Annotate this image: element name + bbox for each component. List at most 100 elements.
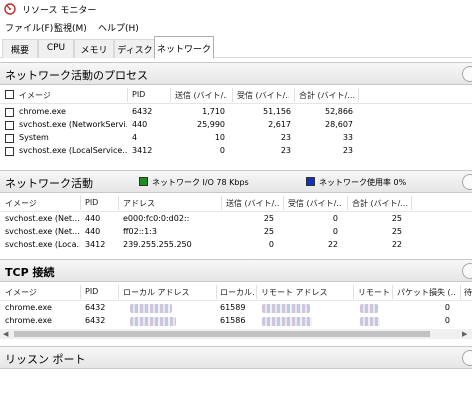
activity-total: 22 [391, 240, 402, 249]
tcp-row[interactable]: chrome.exe 6432 61589 0 [0, 302, 472, 315]
expand-toggle-icon[interactable] [462, 263, 472, 279]
column-divider[interactable] [347, 196, 348, 210]
col-remote-port[interactable]: リモート... [358, 287, 390, 298]
col-recv[interactable]: 受信 (バイト/... [288, 198, 342, 209]
column-divider[interactable] [127, 88, 128, 102]
menu-help[interactable]: ヘルプ(H) [98, 21, 139, 34]
column-divider[interactable] [118, 196, 119, 210]
col-remote-address[interactable]: リモート アドレス [261, 287, 328, 298]
tab-network[interactable]: ネットワーク [154, 36, 214, 59]
menu-bar: ファイル(F) 監視(M) ヘルプ(H) [0, 19, 472, 36]
activity-section-header[interactable]: ネットワーク活動 ネットワーク I/O 78 Kbps ネットワーク使用率 0% [0, 170, 472, 193]
scroll-right-icon[interactable]: ▶ [462, 330, 467, 338]
expand-toggle-icon[interactable] [462, 174, 472, 190]
scrollbar-thumb[interactable] [14, 331, 430, 337]
activity-row[interactable]: svchost.exe (Net... 440 ff02::1:3 25 0 2… [0, 226, 472, 239]
col-image[interactable]: イメージ [5, 198, 37, 209]
tab-overview[interactable]: 概要 [2, 39, 38, 58]
usage-legend-label: ネットワーク使用率 0% [319, 178, 407, 187]
col-image[interactable]: イメージ [19, 90, 51, 101]
col-local-address[interactable]: ローカル アドレス [123, 287, 190, 298]
col-send[interactable]: 送信 (バイト/... [175, 90, 227, 101]
column-divider[interactable] [118, 285, 119, 299]
process-send: 10 [214, 133, 225, 142]
tab-memory[interactable]: メモリ [74, 39, 114, 58]
checkbox-icon[interactable] [5, 121, 14, 130]
listen-section-title: リッスン ポート [5, 353, 86, 366]
tab-cpu[interactable]: CPU [38, 39, 74, 58]
tcp-section-header[interactable]: TCP 接続 [0, 259, 472, 282]
process-recv: 23 [280, 133, 291, 142]
activity-recv: 0 [332, 227, 338, 236]
col-image[interactable]: イメージ [5, 287, 37, 298]
redacted-remote-address [262, 304, 310, 313]
activity-column-header: イメージ PID アドレス 送信 (バイト/... 受信 (バイト/... 合計… [0, 194, 472, 212]
activity-section-title: ネットワーク活動 [5, 177, 93, 190]
menu-monitor[interactable]: 監視(M) [54, 21, 87, 34]
processes-section-header[interactable]: ネットワーク活動のプロセス [0, 62, 472, 85]
activity-address: 239.255.255.250 [123, 240, 192, 249]
activity-send: 25 [263, 227, 274, 236]
column-divider[interactable] [216, 285, 217, 299]
process-total: 28,607 [325, 120, 353, 129]
column-divider[interactable] [460, 285, 461, 299]
column-divider[interactable] [283, 196, 284, 210]
column-divider[interactable] [353, 285, 354, 299]
activity-recv: 22 [327, 240, 338, 249]
usage-legend-swatch [306, 177, 315, 186]
col-pid[interactable]: PID [85, 287, 98, 296]
activity-row[interactable]: svchost.exe (Net... 440 e000:fc0:0:d02::… [0, 213, 472, 226]
col-pid[interactable]: PID [132, 90, 145, 99]
tcp-packet-loss: 0 [444, 316, 450, 325]
activity-row[interactable]: svchost.exe (Loca... 3412 239.255.255.25… [0, 239, 472, 252]
checkbox-icon[interactable] [5, 134, 14, 143]
process-send: 25,990 [197, 120, 225, 129]
process-row[interactable]: chrome.exe 6432 1,710 51,156 52,866 [0, 106, 472, 119]
column-divider[interactable] [358, 88, 359, 102]
column-divider[interactable] [80, 285, 81, 299]
col-latency[interactable]: 待 [464, 287, 472, 298]
col-packet-loss[interactable]: パケット損失 (... [397, 287, 455, 298]
column-divider[interactable] [294, 88, 295, 102]
col-pid[interactable]: PID [85, 198, 98, 207]
activity-image: svchost.exe (Loca... [5, 240, 80, 249]
process-row[interactable]: System 4 10 23 33 [0, 132, 472, 145]
redacted-remote-port [360, 304, 378, 313]
tcp-pid: 6432 [85, 303, 106, 312]
column-divider[interactable] [392, 285, 393, 299]
column-divider[interactable] [221, 196, 222, 210]
column-divider[interactable] [411, 196, 412, 210]
horizontal-scrollbar[interactable]: ◀ ▶ [0, 329, 472, 339]
expand-toggle-icon[interactable] [462, 66, 472, 82]
redacted-local-address [130, 304, 172, 313]
tcp-column-header: イメージ PID ローカル アドレス ローカル... リモート アドレス リモー… [0, 283, 472, 301]
checkbox-icon[interactable] [5, 147, 14, 156]
resource-monitor-icon [4, 3, 16, 15]
col-local-port[interactable]: ローカル... [220, 287, 254, 298]
checkbox-icon[interactable] [5, 108, 14, 117]
process-row[interactable]: svchost.exe (NetworkServi... 440 25,990 … [0, 119, 472, 132]
column-divider[interactable] [170, 88, 171, 102]
tcp-row[interactable]: chrome.exe 6432 61586 0 [0, 315, 472, 328]
expand-toggle-icon[interactable] [462, 350, 472, 366]
column-divider[interactable] [80, 196, 81, 210]
listen-section-header[interactable]: リッスン ポート [0, 346, 472, 369]
activity-total: 25 [391, 227, 402, 236]
tcp-local-port: 61589 [220, 303, 246, 312]
col-send[interactable]: 送信 (バイト/... [226, 198, 280, 209]
col-total[interactable]: 合計 (バイト/... [299, 90, 355, 101]
process-image: System [19, 133, 49, 142]
process-row[interactable]: svchost.exe (LocalService... 3412 0 23 2… [0, 145, 472, 158]
column-divider[interactable] [256, 285, 257, 299]
scroll-left-icon[interactable]: ◀ [3, 330, 8, 338]
menu-file[interactable]: ファイル(F) [5, 21, 53, 34]
tab-disk[interactable]: ディスク [114, 39, 156, 58]
col-address[interactable]: アドレス [123, 198, 155, 209]
process-recv: 23 [280, 146, 291, 155]
activity-total: 25 [391, 214, 402, 223]
col-total[interactable]: 合計 (バイト/... [352, 198, 408, 209]
col-recv[interactable]: 受信 (バイト/... [237, 90, 289, 101]
activity-image: svchost.exe (Net... [5, 227, 80, 236]
checkbox-icon[interactable] [5, 90, 14, 99]
column-divider[interactable] [232, 88, 233, 102]
